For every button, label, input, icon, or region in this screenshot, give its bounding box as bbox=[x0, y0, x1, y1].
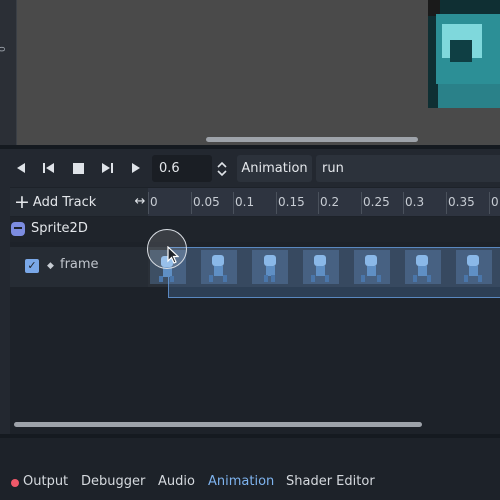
tick-line bbox=[233, 192, 234, 214]
tick-line bbox=[361, 192, 362, 214]
play-button[interactable] bbox=[127, 159, 145, 177]
checkbox-icon[interactable]: ✓ bbox=[25, 259, 39, 273]
play-icon bbox=[132, 163, 140, 173]
tick-label: 0.15 bbox=[278, 195, 305, 209]
stop-button[interactable] bbox=[69, 159, 87, 177]
mouse-pointer-icon bbox=[167, 246, 179, 264]
keyframe[interactable] bbox=[405, 250, 441, 284]
node-label: Sprite2D bbox=[31, 221, 88, 236]
tick-line bbox=[191, 192, 192, 214]
step-forward-button[interactable] bbox=[98, 159, 116, 177]
play-backward-button[interactable] bbox=[12, 159, 30, 177]
tab-debugger[interactable]: Debugger bbox=[81, 474, 145, 489]
tick-line bbox=[148, 192, 149, 214]
tick-label: 0 bbox=[491, 195, 499, 209]
tick-label: 0.05 bbox=[193, 195, 220, 209]
tick-label: 0.35 bbox=[448, 195, 475, 209]
keyframe[interactable] bbox=[303, 250, 339, 284]
track-label: frame bbox=[60, 257, 99, 272]
play-backward-icon bbox=[17, 163, 25, 173]
step-forward-icon bbox=[102, 163, 113, 173]
godot-node-icon bbox=[11, 222, 25, 236]
sprite-preview bbox=[428, 0, 500, 108]
spinner-icon bbox=[216, 161, 227, 176]
expand-icon[interactable]: ↔ bbox=[131, 192, 149, 212]
panel-left-edge bbox=[0, 149, 10, 434]
tick-line bbox=[446, 192, 447, 214]
tick-line bbox=[318, 192, 319, 214]
tick-label: 0.25 bbox=[363, 195, 390, 209]
time-input[interactable]: 0.6 bbox=[152, 155, 212, 182]
animation-menu-button[interactable]: Animation bbox=[237, 155, 312, 182]
time-spinner[interactable] bbox=[213, 155, 230, 182]
tick-line bbox=[489, 192, 490, 214]
tab-audio[interactable]: Audio bbox=[158, 474, 195, 489]
tab-shader-editor[interactable]: Shader Editor bbox=[286, 474, 375, 489]
ruler-tick-label: 0 bbox=[0, 40, 18, 52]
vertical-ruler bbox=[0, 0, 17, 145]
diamond-icon: ◆ bbox=[47, 261, 54, 271]
keyframe[interactable] bbox=[354, 250, 390, 284]
keyframe[interactable] bbox=[201, 250, 237, 284]
tick-line bbox=[403, 192, 404, 214]
keyframe[interactable] bbox=[456, 250, 492, 284]
error-indicator-icon bbox=[11, 479, 19, 487]
track-list-empty-area bbox=[10, 298, 500, 428]
tick-label: 0.1 bbox=[235, 195, 255, 209]
viewport-horizontal-scrollbar[interactable] bbox=[206, 137, 418, 142]
tick-line bbox=[276, 192, 277, 214]
add-track-label: Add Track bbox=[32, 195, 97, 210]
keyframe[interactable] bbox=[252, 250, 288, 284]
tick-label: 0.2 bbox=[320, 195, 340, 209]
tick-label: 0 bbox=[150, 195, 158, 209]
step-back-button[interactable] bbox=[40, 159, 58, 177]
plus-icon: + bbox=[14, 191, 30, 213]
tab-output[interactable]: Output bbox=[23, 474, 68, 489]
tab-animation[interactable]: Animation bbox=[208, 474, 274, 489]
add-track-button[interactable]: + Add Track bbox=[14, 190, 124, 214]
tick-label: 0.3 bbox=[405, 195, 425, 209]
canvas-viewport[interactable] bbox=[0, 0, 500, 145]
step-back-icon bbox=[43, 163, 54, 173]
bottom-dock bbox=[0, 438, 500, 500]
stop-icon bbox=[72, 162, 84, 174]
timeline-horizontal-scrollbar[interactable] bbox=[14, 422, 422, 427]
animation-select[interactable]: run bbox=[316, 155, 500, 182]
